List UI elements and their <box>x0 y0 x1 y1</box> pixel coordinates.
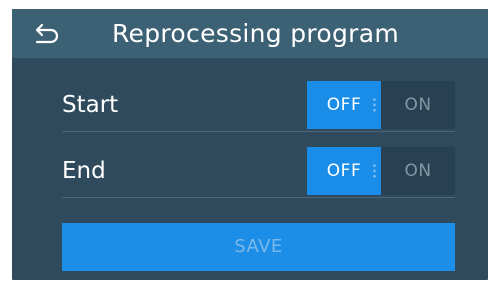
end-toggle-on[interactable]: ON <box>381 147 455 195</box>
end-toggle[interactable]: OFF ON <box>307 147 455 195</box>
back-button[interactable] <box>30 21 60 47</box>
start-toggle-on[interactable]: ON <box>381 81 455 129</box>
start-label: Start <box>62 92 119 118</box>
header-bar: Reprocessing program <box>12 9 488 58</box>
end-label: End <box>62 158 106 184</box>
page-title: Reprocessing program <box>112 19 400 48</box>
end-toggle-off[interactable]: OFF <box>307 147 381 195</box>
divider <box>62 131 455 132</box>
reprocessing-program-screen: Reprocessing program Start OFF ON End OF… <box>12 9 488 280</box>
divider <box>62 197 455 198</box>
toggle-grip-icon <box>373 97 376 113</box>
save-button[interactable]: SAVE <box>62 223 455 271</box>
end-row: End OFF ON <box>62 147 455 198</box>
start-toggle-off[interactable]: OFF <box>307 81 381 129</box>
toggle-grip-icon <box>373 163 376 179</box>
start-row: Start OFF ON <box>62 81 455 132</box>
back-arrow-icon <box>30 21 60 47</box>
start-toggle[interactable]: OFF ON <box>307 81 455 129</box>
